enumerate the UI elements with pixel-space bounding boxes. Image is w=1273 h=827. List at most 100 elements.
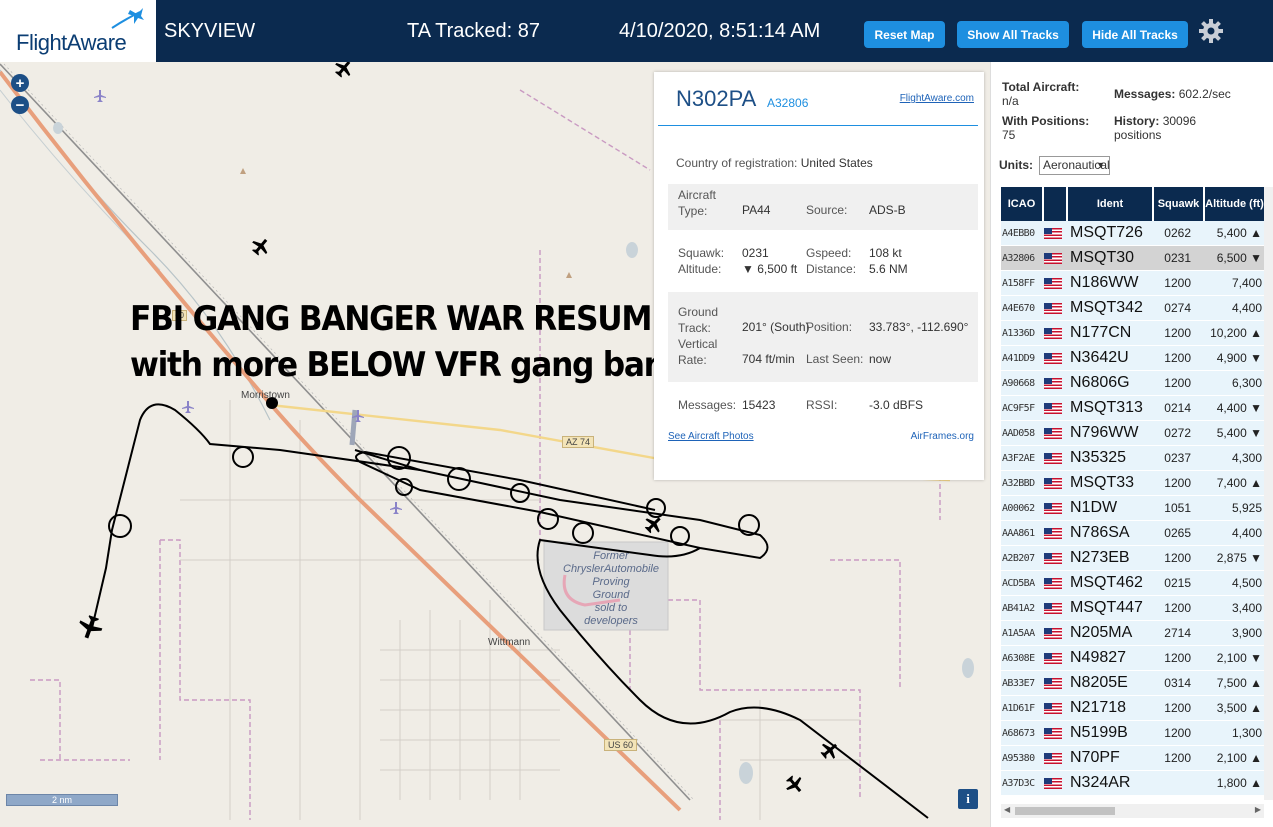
cell-altitude: 10,200 ▲ xyxy=(1210,326,1262,340)
vertical-scrollbar[interactable] xyxy=(1264,187,1273,800)
table-row[interactable]: A32806 MSQT30 0231 6,500 ▼ xyxy=(1001,246,1264,271)
us-flag-icon xyxy=(1044,352,1068,364)
header-bar: FlightAware SKYVIEW TA Tracked: 87 4/10/… xyxy=(0,0,1273,62)
plane-logo-icon xyxy=(111,8,144,29)
table-row[interactable]: A1336D N177CN 1200 10,200 ▲ xyxy=(1001,321,1264,346)
us-flag-icon xyxy=(1044,552,1068,564)
aircraft-photos-link[interactable]: See Aircraft Photos xyxy=(668,431,754,442)
col-ident[interactable]: Ident xyxy=(1068,187,1154,221)
flag-icon xyxy=(1044,452,1062,464)
table-row[interactable]: AAD058 N796WW 0272 5,400 ▼ xyxy=(1001,421,1264,446)
flag-icon xyxy=(1044,477,1062,489)
col-squawk[interactable]: Squawk xyxy=(1154,187,1205,221)
units-select[interactable]: Aeronautical ▼ xyxy=(1039,156,1110,175)
cell-altitude: 4,500 xyxy=(1231,576,1262,590)
flag-icon xyxy=(1044,552,1062,564)
former-line: Proving xyxy=(592,576,630,588)
us-flag-icon xyxy=(1044,527,1068,539)
airframes-link[interactable]: AirFrames.org xyxy=(911,431,974,442)
table-row[interactable]: A2B207 N273EB 1200 2,875 ▼ xyxy=(1001,546,1264,571)
flightaware-link[interactable]: FlightAware.com xyxy=(900,93,974,104)
flag-icon xyxy=(1044,252,1062,264)
cell-icao: A00062 xyxy=(1002,502,1035,514)
cell-squawk: 0237 xyxy=(1164,451,1191,465)
horizontal-scrollbar[interactable]: ◀ ▶ xyxy=(1001,804,1264,818)
us-flag-icon xyxy=(1044,327,1068,339)
cell-squawk: 1200 xyxy=(1164,551,1191,565)
table-row[interactable]: AB33E7 N8205E 0314 7,500 ▲ xyxy=(1001,671,1264,696)
overlay-line-2: with more BELOW VFR gang banging xyxy=(130,345,739,385)
show-all-tracks-button[interactable]: Show All Tracks xyxy=(957,21,1069,48)
app-name: SKYVIEW xyxy=(164,20,256,42)
cell-icao: AB33E7 xyxy=(1002,677,1035,689)
scroll-left-icon[interactable]: ◀ xyxy=(1004,805,1010,814)
former-line: developers xyxy=(584,615,638,627)
scroll-right-icon[interactable]: ▶ xyxy=(1255,805,1261,814)
table-row[interactable]: A6308E N49827 1200 2,100 ▼ xyxy=(1001,646,1264,671)
table-row[interactable]: A158FF N186WW 1200 7,400 xyxy=(1001,271,1264,296)
cell-squawk: 2714 xyxy=(1164,626,1191,640)
selected-icao-link[interactable]: A32806 xyxy=(767,96,808,110)
table-row[interactable]: AAA861 N786SA 0265 4,400 xyxy=(1001,521,1264,546)
table-row[interactable]: ACD5BA MSQT462 0215 4,500 xyxy=(1001,571,1264,596)
map-info-button[interactable]: i xyxy=(958,789,978,809)
cell-altitude: 6,500 ▼ xyxy=(1216,251,1262,265)
flightaware-logo[interactable]: FlightAware xyxy=(0,0,158,62)
reset-map-button[interactable]: Reset Map xyxy=(864,21,945,48)
table-row[interactable]: AB41A2 MSQT447 1200 3,400 xyxy=(1001,596,1264,621)
col-icao[interactable]: ICAO xyxy=(1001,187,1044,221)
zoom-in-button[interactable]: + xyxy=(11,74,29,92)
cell-icao: A90668 xyxy=(1002,377,1035,389)
aircraft-type-value: PA44 xyxy=(742,203,771,217)
table-row[interactable]: A4E670 MSQT342 0274 4,400 xyxy=(1001,296,1264,321)
table-row[interactable]: A41DD9 N3642U 1200 4,900 ▼ xyxy=(1001,346,1264,371)
map-scale-bar: 2 nm xyxy=(6,794,118,806)
cell-icao: AC9F5F xyxy=(1002,402,1035,414)
table-row[interactable]: A1D61F N21718 1200 3,500 ▲ xyxy=(1001,696,1264,721)
us-flag-icon xyxy=(1044,602,1068,614)
table-row[interactable]: A95380 N70PF 1200 2,100 ▲ xyxy=(1001,746,1264,771)
history-label: History: xyxy=(1114,114,1160,128)
former-line: Ground xyxy=(592,589,630,601)
table-row[interactable]: A68673 N5199B 1200 1,300 xyxy=(1001,721,1264,746)
cell-altitude: 5,925 xyxy=(1231,501,1262,515)
with-positions-value: 75 xyxy=(1002,128,1016,142)
cell-squawk: 1200 xyxy=(1164,601,1191,615)
hide-all-tracks-button[interactable]: Hide All Tracks xyxy=(1082,21,1188,48)
flag-icon xyxy=(1044,527,1062,539)
clock: 4/10/2020, 8:51:14 AM xyxy=(619,20,821,42)
ground-track-label: Ground Track: xyxy=(678,305,719,335)
flag-icon xyxy=(1044,302,1062,314)
us-flag-icon xyxy=(1044,652,1068,664)
cell-ident: N49827 xyxy=(1070,649,1127,666)
overlay-caption: FBI GANG BANGER WAR RESUMES with more BE… xyxy=(130,296,739,388)
table-row[interactable]: A3F2AE N35325 0237 4,300 xyxy=(1001,446,1264,471)
table-row[interactable]: A00062 N1DW 1051 5,925 xyxy=(1001,496,1264,521)
table-row[interactable]: AC9F5F MSQT313 0214 4,400 ▼ xyxy=(1001,396,1264,421)
cell-ident: N8205E xyxy=(1070,674,1128,691)
zoom-out-button[interactable]: − xyxy=(11,96,29,114)
cell-squawk: 1200 xyxy=(1164,651,1191,665)
table-row[interactable]: A32BBD MSQT33 1200 7,400 ▲ xyxy=(1001,471,1264,496)
cell-icao: A158FF xyxy=(1002,277,1035,289)
us-flag-icon xyxy=(1044,777,1068,789)
cell-icao: A1A5AA xyxy=(1002,627,1035,639)
logo-text: FlightAware xyxy=(16,30,127,55)
table-row[interactable]: A37D3C N324AR 1,800 ▲ xyxy=(1001,771,1264,796)
squawk-label: Squawk: xyxy=(678,246,725,260)
cell-icao: A6308E xyxy=(1002,652,1035,664)
table-row[interactable]: A1A5AA N205MA 2714 3,900 xyxy=(1001,621,1264,646)
cell-altitude: 5,400 ▲ xyxy=(1216,226,1262,240)
cell-icao: AAD058 xyxy=(1002,427,1035,439)
cell-ident: N324AR xyxy=(1070,774,1131,791)
flag-icon xyxy=(1044,752,1062,764)
col-altitude[interactable]: Altitude (ft) xyxy=(1205,187,1264,221)
scrollbar-thumb[interactable] xyxy=(1015,807,1115,815)
altitude-label: Altitude: xyxy=(678,262,722,276)
gear-icon[interactable] xyxy=(1198,18,1224,44)
cell-squawk: 0272 xyxy=(1164,426,1191,440)
table-row[interactable]: A4EBB0 MSQT726 0262 5,400 ▲ xyxy=(1001,221,1264,246)
us-flag-icon xyxy=(1044,252,1068,264)
table-row[interactable]: A90668 N6806G 1200 6,300 xyxy=(1001,371,1264,396)
col-flag[interactable] xyxy=(1044,187,1068,221)
